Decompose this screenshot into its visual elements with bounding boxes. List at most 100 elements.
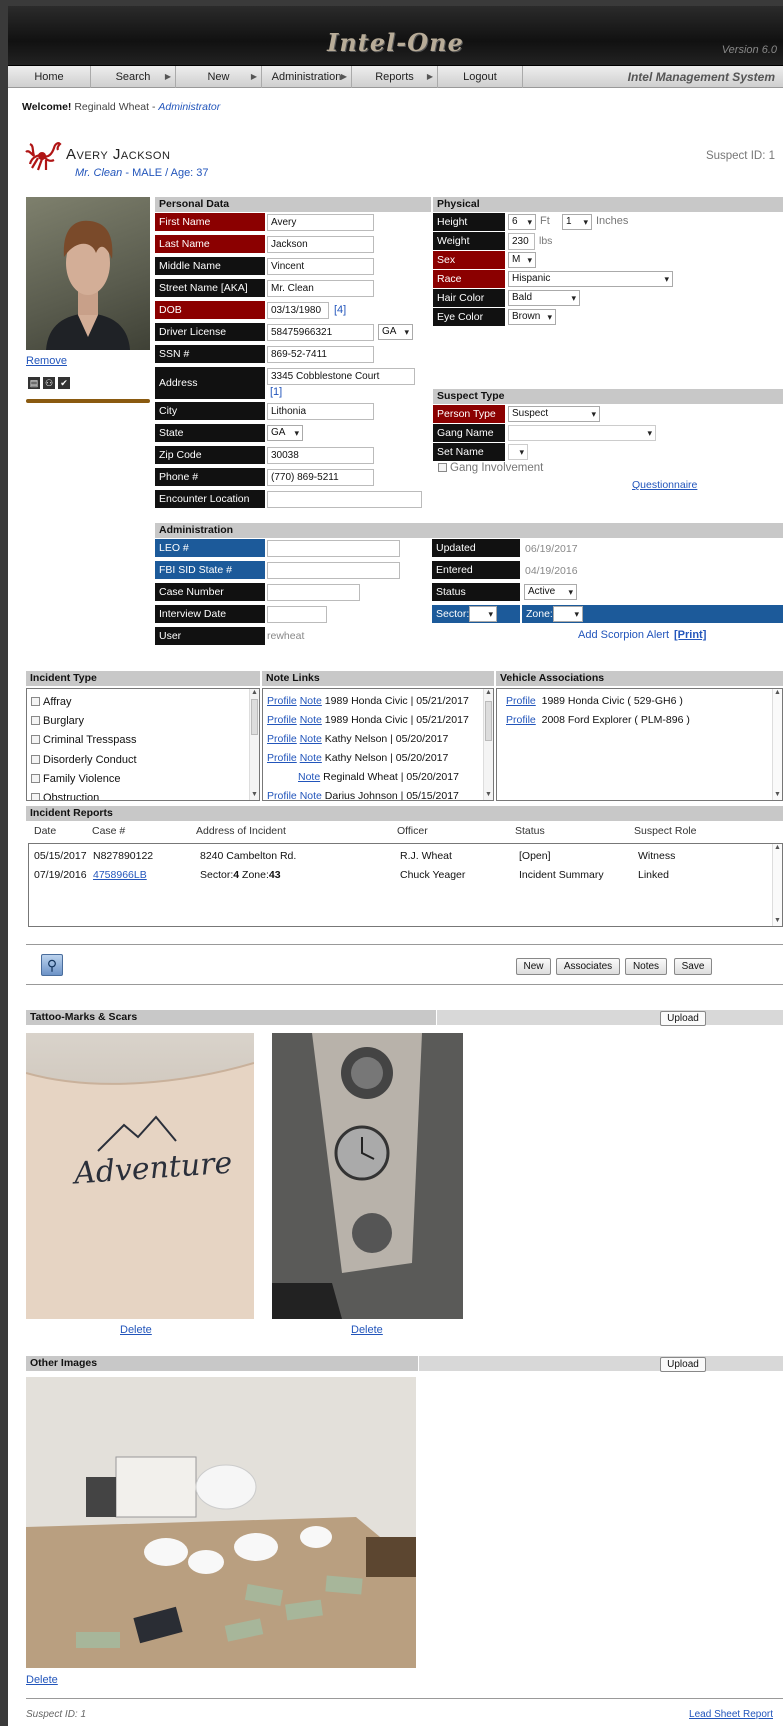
nav-search[interactable]: Search ▶ bbox=[91, 66, 176, 88]
tattoo-delete-link[interactable]: Delete bbox=[120, 1324, 152, 1336]
nav-reports[interactable]: Reports ▶ bbox=[352, 66, 438, 88]
address-count-link[interactable]: [1] bbox=[270, 386, 282, 398]
new-button[interactable]: New bbox=[516, 958, 551, 975]
lead-sheet-report-link[interactable]: Lead Sheet Report bbox=[689, 1709, 773, 1720]
last-name-field[interactable]: Jackson bbox=[267, 236, 374, 253]
notes-button[interactable]: Notes bbox=[625, 958, 667, 975]
scroll-down-icon[interactable]: ▼ bbox=[250, 791, 259, 800]
print-link[interactable]: [Print] bbox=[674, 629, 706, 641]
note-link[interactable]: Note bbox=[300, 695, 322, 707]
vehicle-profile-link[interactable]: Profile bbox=[506, 714, 536, 726]
nav-home[interactable]: Home bbox=[8, 66, 91, 88]
tattoos-upload-button[interactable]: Upload bbox=[660, 1011, 706, 1026]
note-link[interactable]: Note bbox=[300, 714, 322, 726]
other-images-upload-button[interactable]: Upload bbox=[660, 1357, 706, 1372]
note-link[interactable]: Note bbox=[300, 752, 322, 764]
status-select[interactable]: Active bbox=[524, 584, 577, 600]
set-name-select[interactable] bbox=[508, 444, 528, 460]
checkbox-icon bbox=[31, 697, 40, 706]
height-ft-select[interactable]: 6 bbox=[508, 214, 536, 230]
eye-color-select[interactable]: Brown bbox=[508, 309, 556, 325]
save-button[interactable]: Save bbox=[674, 958, 712, 975]
address-field[interactable]: 3345 Cobblestone Court bbox=[267, 368, 415, 385]
scrollbar[interactable]: ▲ ▼ bbox=[483, 689, 493, 800]
incident-type-item[interactable]: Affray bbox=[31, 696, 72, 708]
note-link[interactable]: Note bbox=[300, 733, 322, 745]
vehicle-associations-header: Vehicle Associations bbox=[496, 671, 783, 686]
nav-administration[interactable]: Administration ▶ bbox=[262, 66, 352, 88]
scroll-down-icon[interactable]: ▼ bbox=[773, 917, 782, 926]
sector-select[interactable] bbox=[469, 606, 497, 622]
scroll-up-icon[interactable]: ▲ bbox=[773, 689, 782, 698]
middle-name-field[interactable]: Vincent bbox=[267, 258, 374, 275]
fbi-sid-field[interactable] bbox=[267, 562, 400, 579]
gang-involvement-checkbox[interactable]: Gang Involvement bbox=[438, 462, 543, 474]
profile-link[interactable]: Profile bbox=[267, 714, 297, 726]
profile-link[interactable]: Profile bbox=[267, 752, 297, 764]
interview-date-field[interactable] bbox=[267, 606, 327, 623]
add-scorpion-alert-link[interactable]: Add Scorpion Alert bbox=[578, 629, 669, 641]
profile-link[interactable]: Profile bbox=[267, 695, 297, 707]
scroll-thumb[interactable] bbox=[251, 699, 258, 735]
note-link[interactable]: Note bbox=[300, 790, 322, 800]
scrollbar[interactable]: ▲ ▼ bbox=[249, 689, 259, 800]
scroll-thumb[interactable] bbox=[485, 701, 492, 741]
people-icon[interactable]: ⚇ bbox=[43, 377, 55, 389]
associates-button[interactable]: Associates bbox=[556, 958, 620, 975]
scrollbar[interactable]: ▲ ▼ bbox=[772, 689, 782, 800]
city-field[interactable]: Lithonia bbox=[267, 403, 374, 420]
incident-type-item[interactable]: Burglary bbox=[31, 715, 84, 727]
table-row[interactable]: 07/19/2016 4758966LB Sector:4 Zone:43 Ch… bbox=[29, 869, 769, 885]
profile-link[interactable]: Profile bbox=[267, 790, 297, 800]
phone-field[interactable]: (770) 869-5211 bbox=[267, 469, 374, 486]
incident-type-item[interactable]: Criminal Tresspass bbox=[31, 734, 137, 746]
scroll-up-icon[interactable]: ▲ bbox=[773, 844, 782, 853]
nav-logout[interactable]: Logout bbox=[438, 66, 523, 88]
race-select[interactable]: Hispanic bbox=[508, 271, 673, 287]
remove-photo-link[interactable]: Remove bbox=[26, 355, 67, 367]
encounter-location-field[interactable] bbox=[267, 491, 422, 508]
ssn-field[interactable]: 869-52-7411 bbox=[267, 346, 374, 363]
driver-license-field[interactable]: 58475966321 bbox=[267, 324, 374, 341]
weight-field[interactable]: 230 bbox=[508, 233, 535, 250]
nav-new[interactable]: New ▶ bbox=[176, 66, 262, 88]
note-link[interactable]: Note bbox=[298, 771, 320, 783]
dl-state-select[interactable]: GA bbox=[378, 324, 413, 340]
table-row[interactable]: 05/15/2017 N827890122 8240 Cambelton Rd.… bbox=[29, 850, 769, 866]
state-select[interactable]: GA bbox=[267, 425, 303, 441]
search-icon[interactable]: ⚲ bbox=[41, 954, 63, 976]
first-name-field[interactable]: Avery bbox=[267, 214, 374, 231]
vehicle-profile-link[interactable]: Profile bbox=[506, 695, 536, 707]
profile-link[interactable]: Profile bbox=[267, 733, 297, 745]
height-in-select[interactable]: 1 bbox=[562, 214, 592, 230]
checkmark-icon[interactable]: ✔ bbox=[58, 377, 70, 389]
zip-field[interactable]: 30038 bbox=[267, 447, 374, 464]
chevron-right-icon: ▶ bbox=[164, 72, 171, 81]
scroll-up-icon[interactable]: ▲ bbox=[250, 689, 259, 698]
incident-type-item[interactable]: Family Violence bbox=[31, 773, 120, 785]
tattoo-delete-link[interactable]: Delete bbox=[351, 1324, 383, 1336]
scrollbar[interactable]: ▲ ▼ bbox=[772, 844, 782, 926]
hair-color-select[interactable]: Bald bbox=[508, 290, 580, 306]
street-name-field[interactable]: Mr. Clean bbox=[267, 280, 374, 297]
cell-case-link[interactable]: 4758966LB bbox=[93, 869, 147, 881]
questionnaire-link[interactable]: Questionnaire bbox=[632, 479, 697, 491]
zone-select[interactable] bbox=[553, 606, 583, 622]
incident-type-item[interactable]: Disorderly Conduct bbox=[31, 754, 137, 766]
person-type-select[interactable]: Suspect bbox=[508, 406, 600, 422]
eye-color-label: Eye Color bbox=[433, 308, 505, 327]
case-number-field[interactable] bbox=[267, 584, 360, 601]
sex-select[interactable]: M bbox=[508, 252, 536, 268]
gang-name-select[interactable] bbox=[508, 425, 656, 441]
scroll-up-icon[interactable]: ▲ bbox=[484, 689, 493, 698]
dob-count-link[interactable]: [4] bbox=[334, 304, 346, 316]
sector-value: 4 bbox=[233, 869, 240, 881]
other-image-delete-link[interactable]: Delete bbox=[26, 1674, 58, 1686]
scroll-down-icon[interactable]: ▼ bbox=[484, 791, 493, 800]
document-icon[interactable]: ▤ bbox=[28, 377, 40, 389]
leo-field[interactable] bbox=[267, 540, 400, 557]
incident-type-item[interactable]: Obstruction bbox=[31, 792, 99, 800]
scroll-down-icon[interactable]: ▼ bbox=[773, 791, 782, 800]
note-link-text: 1989 Honda Civic | 05/21/2017 bbox=[324, 695, 469, 707]
dob-field[interactable]: 03/13/1980 bbox=[267, 302, 329, 319]
